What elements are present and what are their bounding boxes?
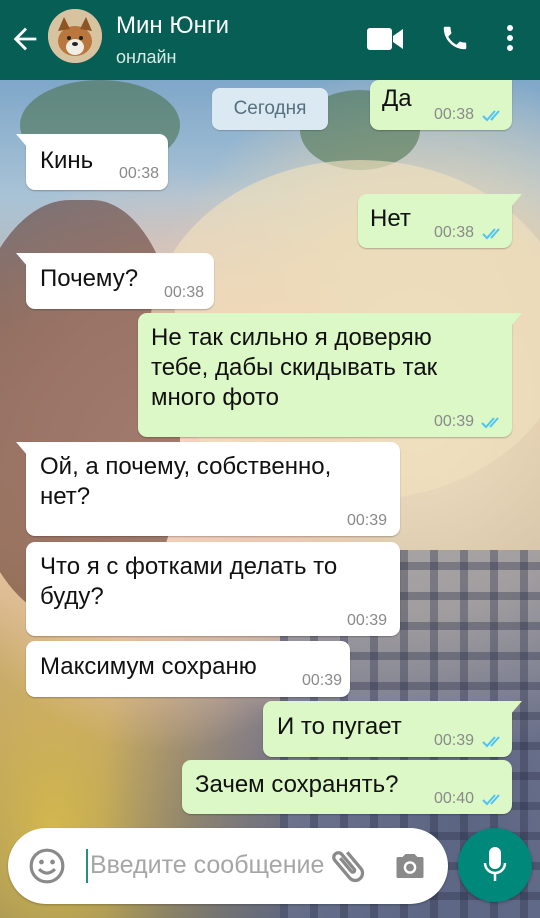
video-call-icon[interactable] [366, 26, 404, 52]
double-check-icon [481, 417, 499, 429]
more-vert-icon[interactable] [500, 22, 520, 54]
message-text: И то пугает [277, 713, 402, 740]
double-check-icon [482, 110, 500, 122]
double-check-icon [482, 736, 500, 748]
camera-icon[interactable] [392, 848, 428, 884]
message-time: 00:38 [434, 106, 475, 123]
emoji-icon[interactable] [28, 847, 66, 885]
message-time: 00:38 [119, 165, 160, 182]
message-bubble-out[interactable]: И то пугает 00:39 [263, 701, 522, 757]
mic-button[interactable] [458, 828, 532, 902]
attach-icon[interactable] [326, 844, 370, 888]
back-arrow-icon[interactable] [8, 22, 42, 56]
message-time: 00:39 [434, 413, 475, 430]
message-bubble-in[interactable]: Почему? 00:38 [16, 253, 214, 309]
message-time: 00:39 [302, 672, 343, 689]
message-time: 00:40 [434, 790, 475, 807]
date-chip: Сегодня [212, 88, 328, 130]
message-bubble-in[interactable]: Кинь 00:38 [16, 134, 168, 190]
message-text: Нет [370, 205, 411, 232]
message-text: Ой, а почему, собственно, нет? [40, 452, 331, 512]
message-time: 00:39 [347, 512, 388, 529]
contact-name[interactable]: Мин Юнги [116, 12, 229, 40]
message-input[interactable]: Введите сообщение [90, 851, 324, 880]
message-text: Да [382, 85, 412, 112]
message-bubble-out[interactable]: Зачем сохранять? 00:40 [182, 760, 512, 814]
message-line: Ой, а почему, собственно, [40, 453, 332, 480]
double-check-icon [482, 794, 500, 806]
message-line: много фото [151, 384, 279, 411]
message-bubble-out[interactable]: Нет 00:38 [358, 194, 522, 248]
message-text: Максимум сохраню [40, 653, 257, 680]
message-line: тебе, дабы скидывать так [151, 354, 438, 381]
message-time: 00:38 [164, 284, 205, 301]
phone-icon[interactable] [440, 22, 470, 54]
message-time: 00:38 [434, 224, 475, 241]
contact-status: онлайн [116, 47, 177, 67]
message-text: Почему? [40, 265, 139, 292]
message-line: Что я с фотками делать то [40, 553, 338, 580]
message-time: 00:39 [347, 612, 388, 629]
mic-icon [483, 847, 507, 881]
text-cursor [86, 849, 88, 883]
message-text: Зачем сохранять? [195, 771, 399, 798]
message-line: буду? [40, 583, 104, 610]
message-text: Кинь [40, 147, 94, 174]
message-text: Не так сильно я доверяю тебе, дабы скиды… [151, 323, 437, 413]
message-bubble-in[interactable]: Максимум сохраню 00:39 [26, 641, 350, 697]
message-line: Не так сильно я доверяю [151, 324, 432, 351]
message-time: 00:39 [434, 732, 475, 749]
message-text: Что я с фотками делать то буду? [40, 552, 337, 612]
message-bubble-out[interactable]: Да 00:38 [370, 80, 512, 130]
message-bubble-in[interactable]: Что я с фотками делать то буду? 00:39 [26, 542, 400, 636]
message-line: нет? [40, 483, 91, 510]
message-bubble-in[interactable]: Ой, а почему, собственно, нет? 00:39 [16, 442, 400, 536]
double-check-icon [482, 228, 500, 240]
contact-avatar[interactable] [48, 9, 102, 63]
message-input-bar: Введите сообщение [8, 828, 448, 904]
message-bubble-out[interactable]: Не так сильно я доверяю тебе, дабы скиды… [138, 313, 522, 437]
chat-header: Мин Юнги онлайн [0, 0, 540, 80]
